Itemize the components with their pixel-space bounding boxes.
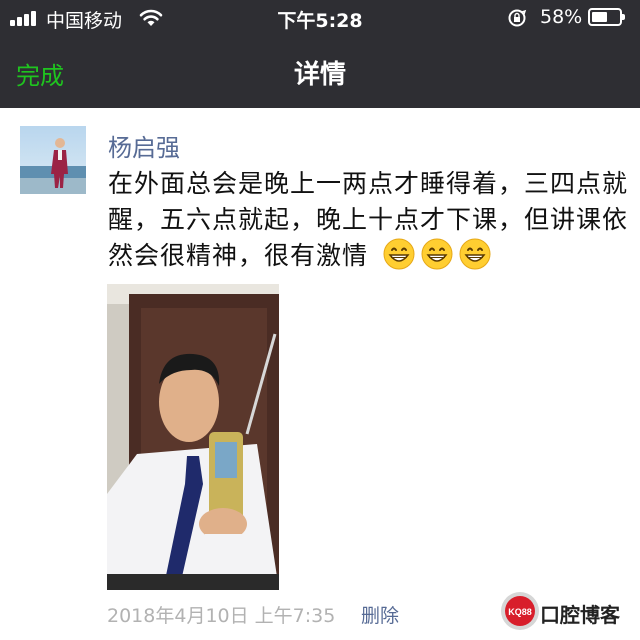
battery-icon xyxy=(588,8,625,26)
top-bar: 中国移动 下午5:28 58% 完成 详情 xyxy=(0,0,640,108)
grinning-face-emoji xyxy=(421,238,453,270)
watermark-logo-icon: KQ88 xyxy=(501,592,539,630)
orientation-lock-icon xyxy=(508,9,527,27)
grinning-face-emoji xyxy=(459,238,491,270)
delete-button[interactable]: 删除 xyxy=(361,601,399,628)
avatar[interactable] xyxy=(20,126,86,194)
grinning-face-emoji xyxy=(383,238,415,270)
watermark-badge: KQ88 xyxy=(508,607,532,617)
emoji-group xyxy=(368,238,491,270)
status-bar: 中国移动 下午5:28 58% xyxy=(0,0,640,36)
battery-percent: 58% xyxy=(540,6,583,28)
page-title: 详情 xyxy=(293,60,346,90)
post-timestamp: 2018年4月10日 上午7:35 xyxy=(107,605,336,627)
watermark-text: 口腔博客 xyxy=(540,603,620,627)
post-author[interactable]: 杨启强 xyxy=(108,128,180,163)
post-photo[interactable] xyxy=(107,284,279,590)
post-text-block: 在外面总会是晚上一两点才睡得着，三四点就醒，五六点就起，晚上十点才下课，但讲课依… xyxy=(108,166,628,274)
